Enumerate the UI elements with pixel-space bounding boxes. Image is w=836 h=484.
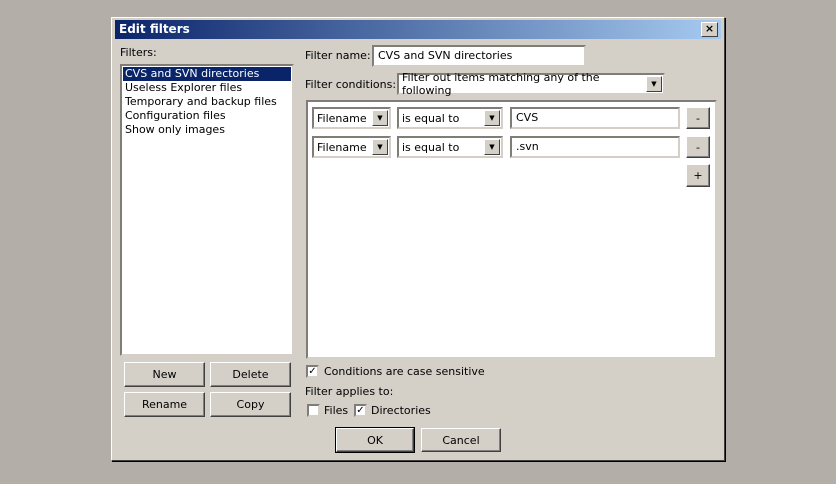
dialog-title: Edit filters	[119, 22, 190, 36]
condition-value-input[interactable]: .svn	[510, 136, 680, 158]
filter-item[interactable]: Show only images	[123, 123, 291, 137]
directories-label[interactable]: Directories	[371, 404, 431, 417]
delete-button[interactable]: Delete	[210, 362, 291, 387]
chevron-down-icon[interactable]: ▼	[646, 76, 662, 92]
ok-button[interactable]: OK	[335, 427, 415, 453]
chevron-down-icon[interactable]: ▼	[484, 139, 500, 155]
condition-field-select[interactable]: Filename ▼	[312, 107, 391, 129]
applies-label: Filter applies to:	[305, 385, 394, 398]
condition-field-select[interactable]: Filename ▼	[312, 136, 391, 158]
filters-label: Filters:	[120, 46, 157, 59]
chevron-down-icon[interactable]: ▼	[372, 139, 388, 155]
filters-list[interactable]: CVS and SVN directories Useless Explorer…	[120, 64, 294, 356]
add-condition-button[interactable]: +	[686, 164, 710, 187]
close-button[interactable]: ×	[701, 22, 718, 37]
case-sensitive-label[interactable]: Conditions are case sensitive	[324, 365, 485, 378]
field-value: Filename	[317, 140, 367, 154]
filter-item[interactable]: CVS and SVN directories	[123, 67, 291, 81]
condition-operator-select[interactable]: is equal to ▼	[397, 136, 503, 158]
filter-item[interactable]: Temporary and backup files	[123, 95, 291, 109]
filter-name-label: Filter name:	[305, 49, 371, 62]
operator-value: is equal to	[402, 111, 460, 125]
filter-item[interactable]: Configuration files	[123, 109, 291, 123]
title-bar: Edit filters ×	[115, 20, 721, 39]
cancel-button[interactable]: Cancel	[421, 428, 501, 452]
filter-conditions-select[interactable]: Filter out items matching any of the fol…	[397, 71, 665, 97]
remove-condition-button[interactable]: -	[686, 107, 710, 129]
rename-button[interactable]: Rename	[124, 392, 205, 417]
condition-operator-select[interactable]: is equal to ▼	[397, 107, 503, 129]
filter-conditions-value: Filter out items matching any of the fol…	[402, 71, 600, 97]
operator-value: is equal to	[402, 140, 460, 154]
filter-conditions-label: Filter conditions:	[305, 78, 397, 91]
filter-name-input[interactable]: CVS and SVN directories	[372, 45, 586, 67]
copy-button[interactable]: Copy	[210, 392, 291, 417]
condition-value-input[interactable]: CVS	[510, 107, 680, 129]
field-value: Filename	[317, 111, 367, 125]
chevron-down-icon[interactable]: ▼	[484, 110, 500, 126]
chevron-down-icon[interactable]: ▼	[372, 110, 388, 126]
remove-condition-button[interactable]: -	[686, 136, 710, 158]
files-checkbox[interactable]	[307, 404, 320, 417]
case-sensitive-checkbox[interactable]: ✓	[306, 365, 319, 378]
files-label[interactable]: Files	[324, 404, 348, 417]
filter-item[interactable]: Useless Explorer files	[123, 81, 291, 95]
directories-checkbox[interactable]: ✓	[354, 404, 367, 417]
new-button[interactable]: New	[124, 362, 205, 387]
